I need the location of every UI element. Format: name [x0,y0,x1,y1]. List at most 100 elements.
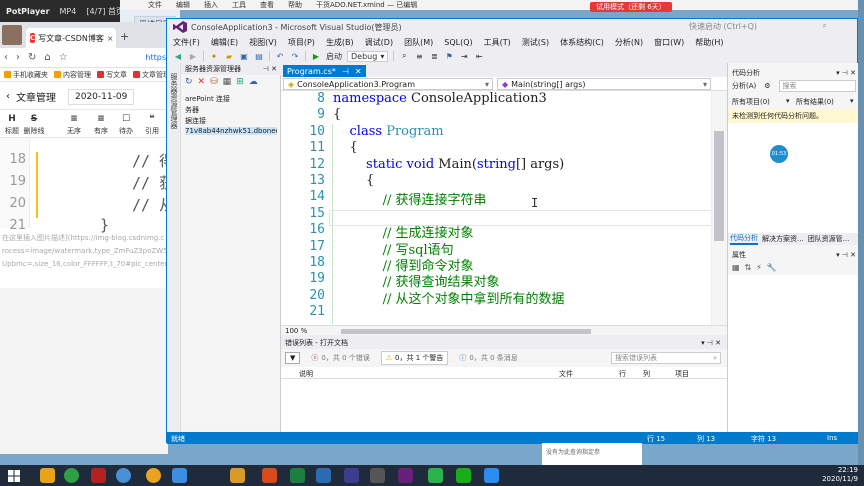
results-dropdown[interactable]: 所有结果(0) [796,97,834,107]
scrollbar-thumb[interactable] [714,131,724,241]
app-blue-icon[interactable] [116,468,131,483]
reload-icon[interactable]: ↻ [28,52,36,63]
menu-analyze[interactable]: 分析(N) [615,37,643,48]
code-editor[interactable]: 8 namespace ConsoleApplication3 9 {10 class… [281,91,727,325]
save-icon[interactable]: ▣ [239,51,249,61]
panel-controls-icon[interactable]: ▾ ⊣ ✕ [701,339,721,347]
panel-controls-icon[interactable]: ▾ ⊣ ✕ [836,69,856,77]
back-icon[interactable]: ◀ [173,51,183,61]
analyze-button[interactable]: 分析(A) [732,81,756,91]
xmind-menu-edit[interactable]: 编辑 [176,0,190,10]
column-project[interactable]: 项目 [675,369,689,379]
app-cloud-icon[interactable] [172,468,187,483]
pin-icon[interactable]: ⊣ ✕ [263,65,277,73]
chrome-icon[interactable] [146,468,161,483]
pin-icon[interactable]: ⊣ [342,67,349,76]
error-search-input[interactable]: 搜索错误列表 ⌕ [611,352,721,364]
close-icon[interactable]: ✕ [355,67,362,76]
ordered-list-button[interactable]: ≡ 有序 [89,114,113,136]
tab-code-analysis[interactable]: 代码分析 [730,233,758,245]
system-tray-clock[interactable]: 22:19 2020/11/9 [822,466,858,484]
server-explorer-tab[interactable]: 服务器资源管理器 [169,73,179,129]
strikethrough-button[interactable]: S 删除线 [22,114,46,136]
app-dark-icon[interactable] [344,468,359,483]
quote-button[interactable]: ❝ 引用 [140,114,164,136]
panel-controls-icon[interactable]: ▾ ⊣ ✕ [836,251,856,259]
bookmark-item[interactable]: 写文章 [97,70,127,80]
app-grey-icon[interactable] [370,468,385,483]
app-green-icon[interactable] [456,468,471,483]
tree-item-sharepoint[interactable]: arePoint 连接 [185,94,277,104]
browser-tab-csdn[interactable]: C 写文章-CSDN博客 × [26,28,116,48]
sharepoint-icon[interactable]: ⊞ [236,77,244,87]
menu-sql[interactable]: SQL(Q) [444,38,472,47]
start-button[interactable]: 启动 [326,51,342,62]
horizontal-scrollbar-thumb[interactable] [341,329,591,334]
azure-icon[interactable]: ☁ [249,77,258,87]
bookmark-icon[interactable]: ⚑ [444,51,454,61]
find-icon[interactable]: ⌕ [399,51,409,61]
categorized-icon[interactable]: ▦ [732,263,740,272]
back-icon[interactable]: ‹ [4,52,8,63]
bookmark-item[interactable]: 手机收藏夹 [4,70,48,80]
tree-item-connection[interactable]: 71v8ab44nzhwk51.dboneon [185,127,277,135]
todo-button[interactable]: ☐ 待办 [114,114,138,136]
tree-item-data-connections[interactable]: 据连接 [185,116,277,126]
markdown-editor[interactable]: 18 19 20 21 // 得 // 获 // 从 } [0,138,174,234]
star-icon[interactable]: ☆ [59,52,68,63]
quick-launch-input[interactable]: 快速启动 (Ctrl+Q) ⌕ [689,21,829,33]
powerpoint-icon[interactable] [262,468,277,483]
tree-item-servers[interactable]: 务器 [185,105,277,115]
menu-edit[interactable]: 编辑(E) [211,37,238,48]
address-bar[interactable]: https [145,53,166,62]
connect-database-icon[interactable]: ⛁ [210,77,218,87]
app-red-icon[interactable] [91,468,106,483]
scope-dropdown[interactable]: 所有项目(0) [732,97,770,107]
events-icon[interactable]: ⚡ [756,263,762,272]
xmind-trial-badge[interactable]: 试用模式（还剩 6天） [590,2,672,12]
menu-file[interactable]: 文件(F) [173,37,200,48]
menu-debug[interactable]: 调试(D) [365,37,393,48]
member-dropdown[interactable]: ◆ Main(string[] args) ▾ [497,78,711,90]
open-file-icon[interactable]: ▰ [224,51,234,61]
uncomment-icon[interactable]: ≣ [429,51,439,61]
bookmark-item[interactable]: 内容管理 [54,70,91,80]
bookmark-item[interactable]: 文章管理 [133,70,170,80]
gear-icon[interactable]: ⚙ [764,82,770,90]
errors-filter-button[interactable]: ⓧ 0，共 0 个错误 [306,351,374,365]
tab-team-explorer[interactable]: 团队资源管... [808,234,850,244]
windows-start-icon[interactable] [6,468,21,483]
refresh-icon[interactable]: ↻ [185,77,193,87]
filter-button[interactable]: ▼ [285,352,301,364]
column-description[interactable]: 说明 [299,369,313,379]
menu-tools[interactable]: 工具(T) [484,37,511,48]
column-line[interactable]: 行 [619,369,626,379]
article-manage-link[interactable]: 文章管理 [16,89,56,104]
column-file[interactable]: 文件 [559,369,573,379]
forward-icon[interactable]: ▶ [188,51,198,61]
warnings-filter-button[interactable]: ⚠ 0，共 1 个警告 [380,351,449,365]
play-icon[interactable]: ▶ [311,51,321,61]
menu-view[interactable]: 视图(V) [249,37,277,48]
sort-icon[interactable]: ⇅ [745,263,752,272]
menu-help[interactable]: 帮助(H) [695,37,723,48]
heading-button[interactable]: H 标题 [0,114,24,136]
save-all-icon[interactable]: ▤ [254,51,264,61]
back-icon[interactable]: ‹ [6,91,10,102]
xmind-menu-insert[interactable]: 插入 [204,0,218,10]
redo-icon[interactable]: ↷ [290,51,300,61]
app-k-icon[interactable] [484,468,499,483]
visual-studio-icon[interactable] [398,468,413,483]
unordered-list-button[interactable]: ≡ 无序 [62,114,86,136]
stop-icon[interactable]: ✕ [198,77,206,87]
messages-filter-button[interactable]: ⓘ 0，共 0 条消息 [454,351,522,365]
xmind-menu-help[interactable]: 帮助 [288,0,302,10]
browser-360-icon[interactable] [64,468,79,483]
menu-team[interactable]: 团队(M) [404,37,433,48]
menu-architecture[interactable]: 体系结构(C) [560,37,604,48]
new-project-icon[interactable]: ✦ [209,51,219,61]
undo-icon[interactable]: ↶ [275,51,285,61]
column-col[interactable]: 列 [643,369,650,379]
class-dropdown[interactable]: ◈ ConsoleApplication3.Program ▾ [283,78,493,90]
menu-window[interactable]: 窗口(W) [654,37,684,48]
